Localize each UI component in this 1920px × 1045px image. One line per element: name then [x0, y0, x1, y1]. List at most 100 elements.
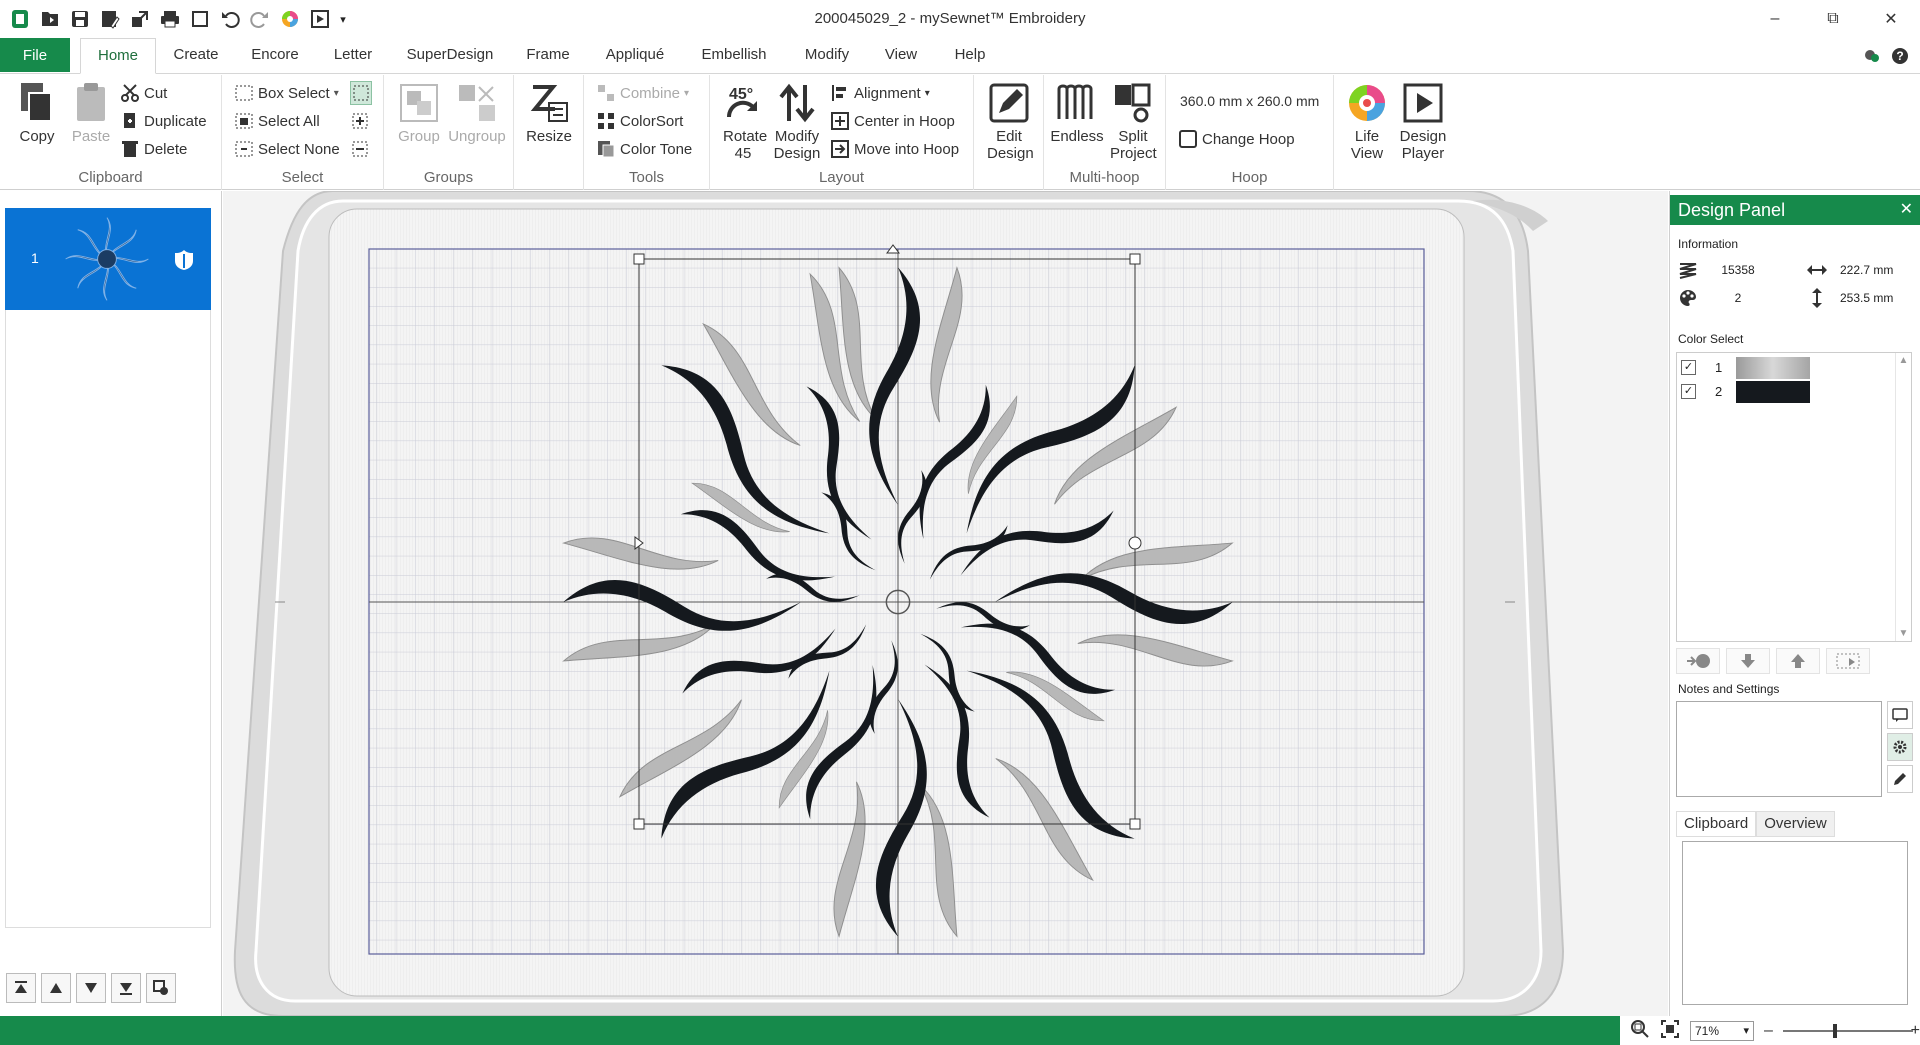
- split-project-button[interactable]: Split Project: [1104, 81, 1162, 162]
- color-checkbox[interactable]: ✓: [1681, 360, 1696, 375]
- design-canvas[interactable]: [223, 191, 1668, 1016]
- tab-frame[interactable]: Frame: [515, 38, 581, 74]
- resize-handle[interactable]: [633, 253, 645, 265]
- move-down-icon[interactable]: [76, 973, 106, 1003]
- zoom-to-hoop-icon[interactable]: [1660, 1019, 1680, 1042]
- design-panel: Design Panel ✕ Information 15358 222.7 m…: [1669, 191, 1920, 1016]
- tab-file[interactable]: File: [0, 38, 70, 72]
- select-remove-button[interactable]: [350, 137, 370, 161]
- scroll-down-icon[interactable]: ▼: [1896, 628, 1911, 639]
- box-select-button[interactable]: Box Select ▾: [234, 81, 339, 105]
- tab-overview[interactable]: Overview: [1756, 811, 1835, 837]
- zoom-out-icon[interactable]: –: [1764, 1022, 1773, 1040]
- duplicate-button[interactable]: Duplicate: [120, 109, 207, 133]
- select-all-button[interactable]: Select All: [234, 109, 320, 133]
- ribbon-group-view: Life View Design Player: [1334, 75, 1456, 190]
- restore-icon[interactable]: ⧉: [1804, 0, 1862, 38]
- color-swatch[interactable]: [1736, 357, 1810, 379]
- design-properties-icon[interactable]: [146, 973, 176, 1003]
- change-hoop-button[interactable]: Change Hoop: [1178, 127, 1295, 151]
- colorsort-button[interactable]: ColorSort: [596, 109, 683, 133]
- edit-design-button[interactable]: Edit Design: [980, 81, 1038, 162]
- color-move-down-icon[interactable]: [1726, 648, 1770, 674]
- life-view-button[interactable]: Life View: [1338, 81, 1396, 162]
- resize-handle[interactable]: [633, 818, 645, 830]
- color-select-box-icon[interactable]: [1826, 648, 1870, 674]
- tab-modify[interactable]: Modify: [794, 38, 860, 74]
- color-checkbox[interactable]: ✓: [1681, 384, 1696, 399]
- cut-button[interactable]: Cut: [120, 81, 167, 105]
- alignment-button[interactable]: Alignment ▾: [830, 81, 930, 105]
- rotate-45-button[interactable]: 45° Rotate 45: [714, 81, 772, 162]
- select-add-button[interactable]: [350, 109, 370, 133]
- resize-button[interactable]: Resize: [520, 81, 578, 145]
- color-swatch[interactable]: [1736, 381, 1810, 403]
- ribbon-group-clipboard: Copy Paste Cut Duplicate Delete Clipboar…: [0, 75, 222, 190]
- design-thumbnail-selected[interactable]: 1: [5, 208, 211, 310]
- chevron-down-icon[interactable]: ▾: [334, 88, 339, 99]
- tab-embellish[interactable]: Embellish: [692, 38, 776, 74]
- design-player-button[interactable]: Design Player: [1394, 81, 1452, 162]
- tab-superdesign[interactable]: SuperDesign: [400, 38, 500, 74]
- group-button[interactable]: Group: [390, 81, 448, 145]
- color-select-label: Color Select: [1678, 332, 1744, 346]
- tab-create[interactable]: Create: [163, 38, 229, 74]
- color-row-1[interactable]: ✓ 1: [1681, 357, 1821, 379]
- split-project-icon: [1111, 81, 1155, 125]
- ribbon-group-label: Select: [281, 169, 324, 186]
- settings-gear-icon[interactable]: [1887, 733, 1913, 761]
- color-tone-button[interactable]: Color Tone: [596, 137, 692, 161]
- close-icon[interactable]: ✕: [1862, 0, 1920, 38]
- tab-help[interactable]: Help: [942, 38, 998, 74]
- select-all-icon: [234, 111, 254, 131]
- information-label: Information: [1678, 237, 1739, 251]
- title-bar: ▾ 200045029_2 - mySewnet™ Embroidery – ⧉…: [0, 0, 1920, 38]
- ribbon-group-label: Hoop: [1231, 169, 1268, 186]
- copy-button[interactable]: Copy: [8, 81, 66, 145]
- tab-applique[interactable]: Appliqué: [597, 38, 673, 74]
- tab-encore[interactable]: Encore: [242, 38, 308, 74]
- close-icon[interactable]: ✕: [1900, 195, 1913, 225]
- zoom-select[interactable]: 71%: [1690, 1020, 1754, 1041]
- tab-view[interactable]: View: [876, 38, 926, 74]
- tab-home[interactable]: Home: [80, 38, 156, 74]
- resize-handle[interactable]: [1129, 818, 1141, 830]
- select-mode-box-button[interactable]: [350, 81, 372, 105]
- paste-button[interactable]: Paste: [62, 81, 120, 145]
- notes-textarea[interactable]: [1676, 701, 1882, 797]
- delete-button[interactable]: Delete: [120, 137, 187, 161]
- notes-edit-icon[interactable]: [1887, 765, 1913, 793]
- design-list: [5, 208, 211, 928]
- tab-letter[interactable]: Letter: [322, 38, 384, 74]
- zoom-to-fit-icon[interactable]: [1630, 1019, 1650, 1042]
- endless-button[interactable]: Endless: [1048, 81, 1106, 145]
- color-move-up-icon[interactable]: [1776, 648, 1820, 674]
- select-none-button[interactable]: Select None: [234, 137, 340, 161]
- color-replace-icon[interactable]: [1676, 648, 1720, 674]
- minimize-icon[interactable]: –: [1746, 0, 1804, 38]
- ungroup-button[interactable]: Ungroup: [448, 81, 506, 145]
- move-up-icon[interactable]: [41, 973, 71, 1003]
- copy-icon: [15, 81, 59, 125]
- help-icon[interactable]: ?: [1890, 46, 1910, 66]
- move-to-bottom-icon[interactable]: [111, 973, 141, 1003]
- add-selection-icon: [350, 111, 370, 131]
- move-into-hoop-button[interactable]: Move into Hoop: [830, 137, 959, 161]
- ribbon-group-select: Box Select ▾ Select All Select None Selec…: [222, 75, 384, 190]
- community-icon[interactable]: [1862, 46, 1882, 66]
- notes-comment-icon[interactable]: [1887, 701, 1913, 729]
- zoom-slider[interactable]: [1782, 1021, 1913, 1041]
- design-visible-icon[interactable]: [171, 246, 197, 272]
- move-to-top-icon[interactable]: [6, 973, 36, 1003]
- scroll-up-icon[interactable]: ▲: [1896, 355, 1911, 366]
- resize-handle[interactable]: [1129, 253, 1141, 265]
- combine-button[interactable]: Combine ▾: [596, 81, 689, 105]
- tab-clipboard[interactable]: Clipboard: [1676, 811, 1757, 837]
- color-list-scrollbar[interactable]: ▲ ▼: [1895, 353, 1911, 641]
- color-row-2[interactable]: ✓ 2: [1681, 381, 1821, 403]
- zoom-slider-thumb[interactable]: [1832, 1023, 1837, 1038]
- center-in-hoop-button[interactable]: Center in Hoop: [830, 109, 955, 133]
- modify-design-button[interactable]: Modify Design: [768, 81, 826, 162]
- scissors-icon: [120, 83, 140, 103]
- rotate-handle[interactable]: [1128, 536, 1142, 550]
